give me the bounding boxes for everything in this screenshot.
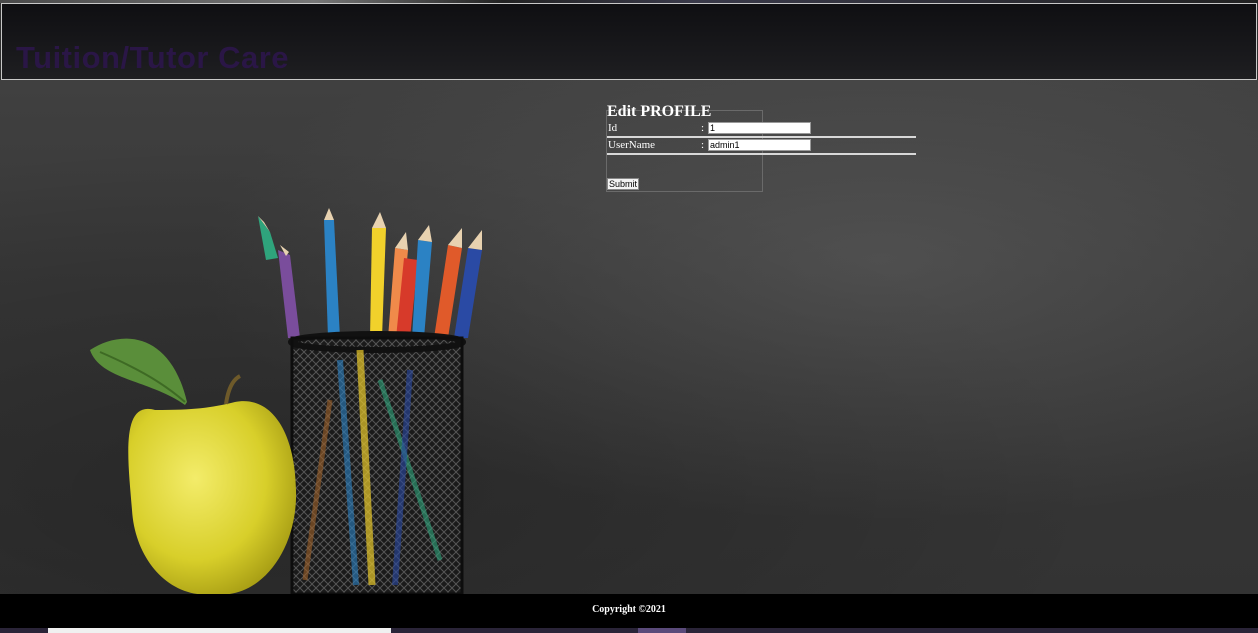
username-input[interactable] (708, 139, 811, 151)
id-separator: : (701, 122, 705, 134)
form-row-username: UserName : (607, 138, 916, 155)
site-header: Tuition/Tutor Care (1, 3, 1257, 80)
form-title: Edit PROFILE (607, 103, 712, 120)
profile-form: Id : UserName : (607, 121, 916, 155)
form-row-id: Id : (607, 121, 916, 138)
pencil-cup-icon (288, 331, 466, 594)
desk-illustration (90, 208, 482, 594)
id-label: Id (608, 122, 618, 134)
bottom-strip-segment (638, 628, 686, 633)
copyright-text: Copyright ©2021 (592, 604, 666, 615)
bottom-strip (0, 628, 1258, 633)
username-separator: : (701, 139, 705, 151)
pencils-icon (258, 208, 482, 338)
bottom-strip-segment (48, 628, 391, 633)
id-input[interactable] (708, 122, 811, 134)
username-label: UserName (608, 139, 656, 151)
apple-icon (90, 338, 297, 594)
submit-button[interactable]: Submit (607, 178, 640, 190)
site-title: Tuition/Tutor Care (16, 40, 290, 75)
site-footer: Copyright ©2021 (0, 594, 1258, 628)
page: Tuition/Tutor Care Edit PROFILE Id: 1 U… (0, 0, 1258, 633)
